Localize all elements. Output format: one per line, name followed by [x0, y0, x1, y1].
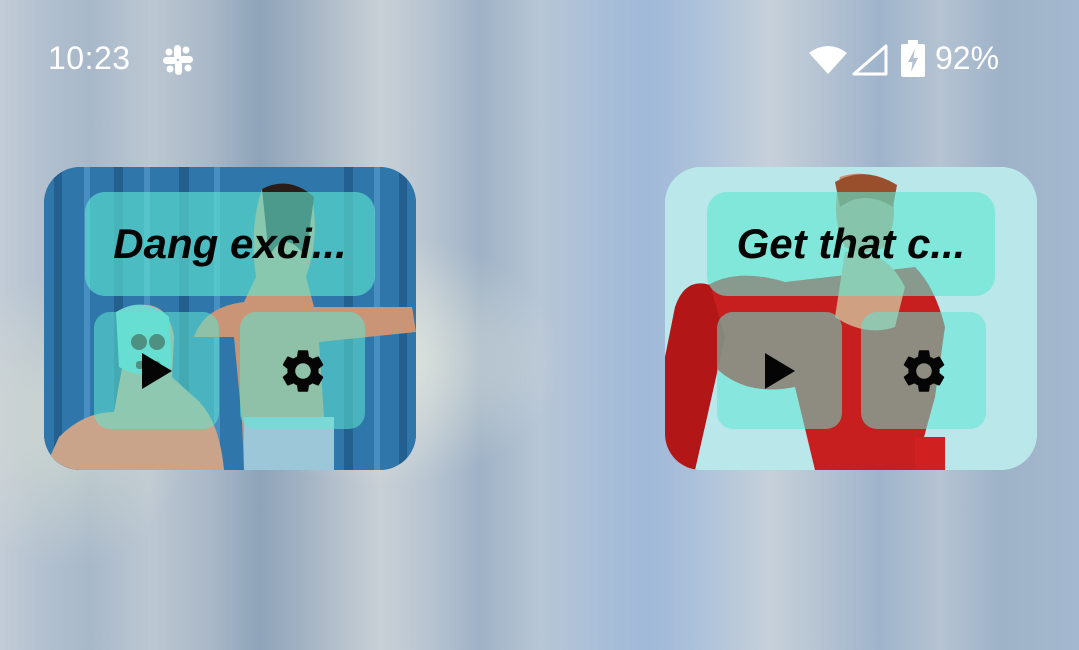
- settings-button[interactable]: [240, 312, 365, 429]
- battery-percentage: 92%: [935, 40, 1000, 76]
- play-button[interactable]: [717, 312, 842, 429]
- slack-icon: [163, 45, 193, 75]
- status-bar: 10:23 92%: [0, 0, 1079, 120]
- gear-icon: [282, 349, 323, 392]
- play-button[interactable]: [94, 312, 219, 429]
- gear-icon: [903, 349, 944, 392]
- widget-title: Dang exci...: [113, 220, 347, 267]
- cell-signal-icon: [852, 44, 888, 76]
- widget-title-box[interactable]: Get that c...: [707, 192, 995, 296]
- media-widget-2[interactable]: Get that c...: [665, 167, 1037, 470]
- play-icon: [141, 352, 172, 389]
- widget-title: Get that c...: [736, 220, 966, 267]
- settings-button[interactable]: [861, 312, 986, 429]
- play-icon: [764, 352, 795, 389]
- media-widget-1[interactable]: Dang exci...: [44, 167, 416, 470]
- wifi-icon: [809, 46, 847, 74]
- widget-title-box[interactable]: Dang exci...: [85, 192, 375, 296]
- battery-charging-icon: [901, 40, 925, 77]
- clock: 10:23: [48, 40, 131, 76]
